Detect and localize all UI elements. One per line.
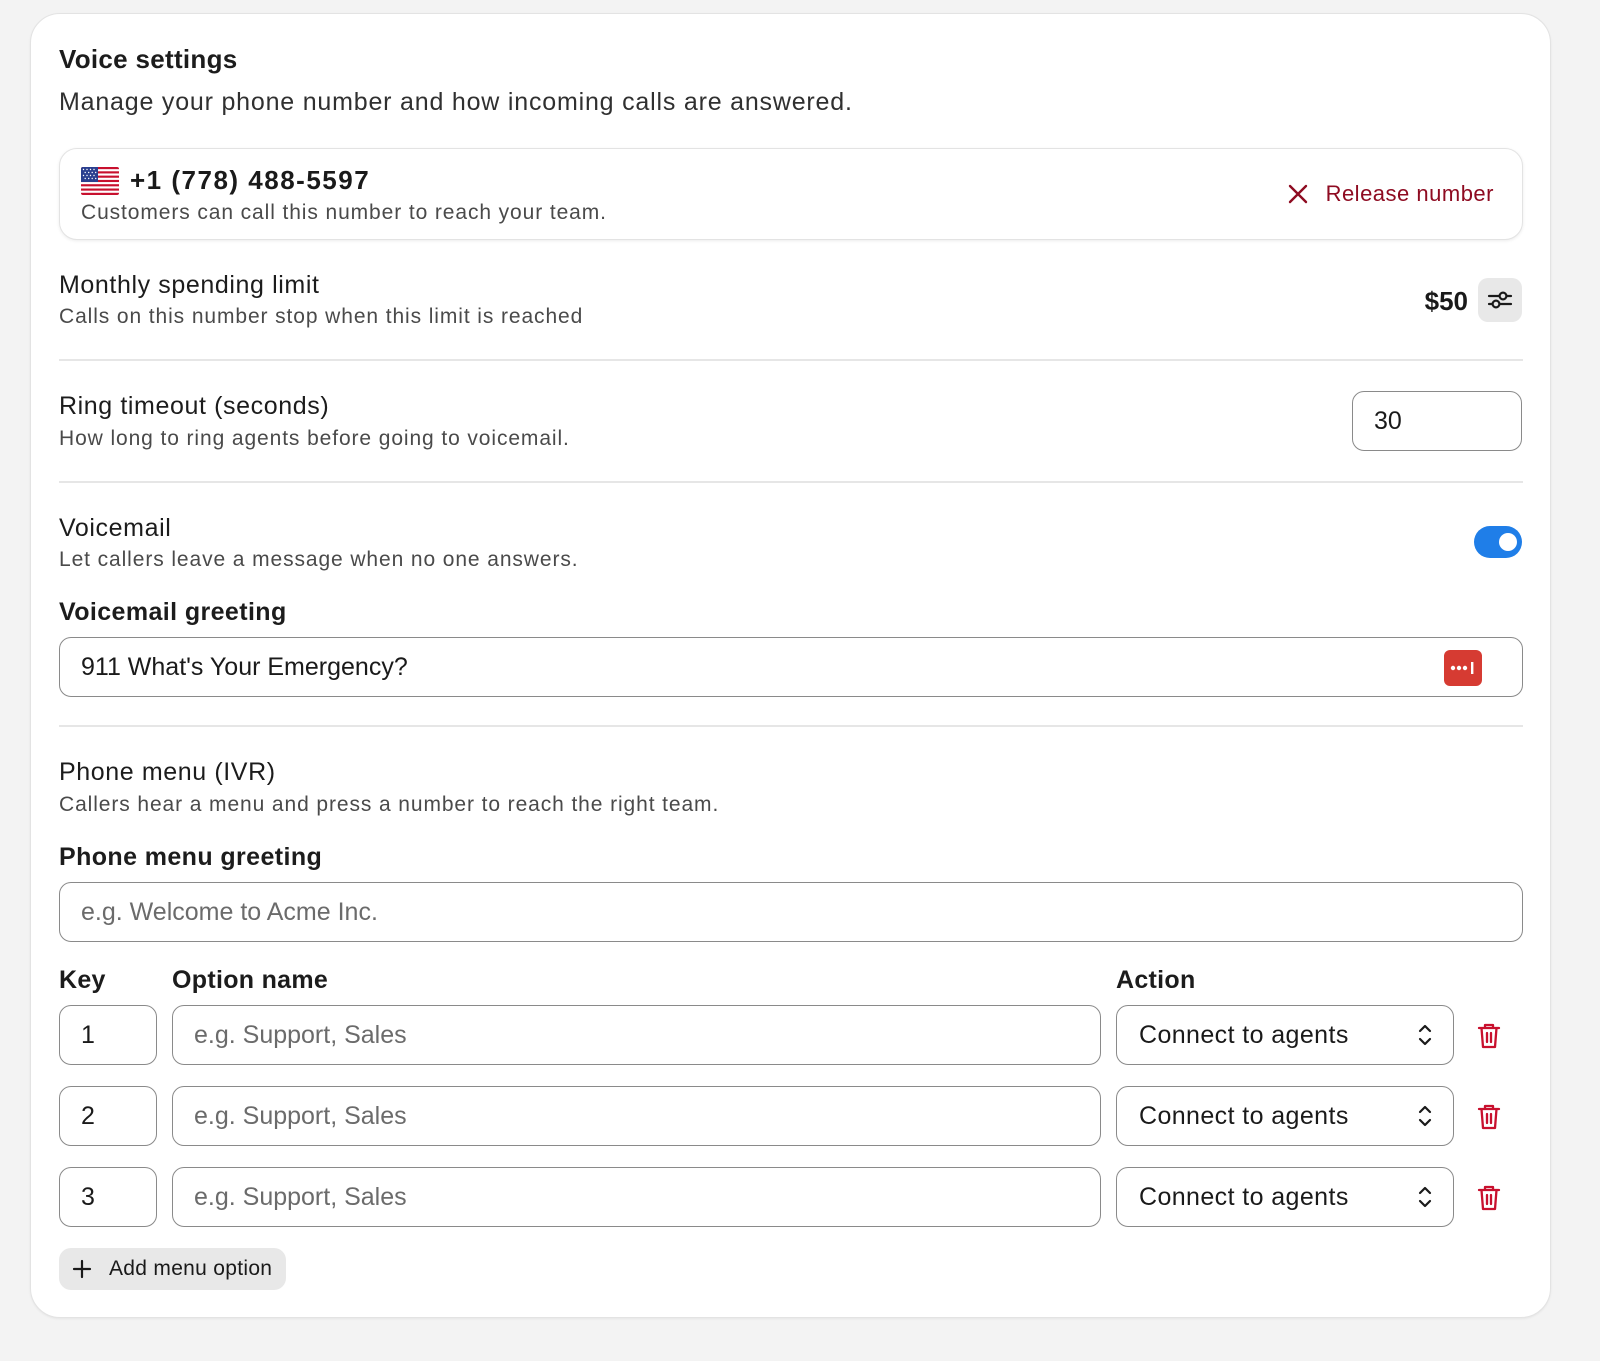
menu-action-select[interactable]: Connect to agents <box>1116 1086 1454 1146</box>
release-number-button[interactable]: Release number <box>1286 181 1494 207</box>
voicemail-greeting-label: Voicemail greeting <box>59 598 287 626</box>
menu-action-select[interactable]: Connect to agents <box>1116 1005 1454 1065</box>
close-icon <box>1288 184 1307 204</box>
chevron-up-down-icon <box>1418 1186 1432 1208</box>
divider <box>59 725 1523 727</box>
spending-limit-value: $50 <box>1424 286 1468 316</box>
chevron-up-down-icon <box>1418 1105 1432 1127</box>
phone-menu-greeting-label: Phone menu greeting <box>59 843 323 871</box>
menu-option-name-input[interactable] <box>172 1005 1101 1065</box>
phone-menu-greeting-input[interactable] <box>59 882 1523 942</box>
menu-action-value: Connect to agents <box>1139 1101 1349 1130</box>
voice-settings-card: Voice settings Manage your phone number … <box>30 13 1551 1318</box>
spending-limit-description: Calls on this number stop when this limi… <box>59 305 584 328</box>
voicemail-toggle[interactable] <box>1474 526 1522 558</box>
voicemail-title: Voicemail <box>59 514 172 542</box>
menu-action-select[interactable]: Connect to agents <box>1116 1167 1454 1227</box>
adjust-limit-button[interactable] <box>1478 278 1522 322</box>
delete-option-button[interactable] <box>1475 1102 1503 1132</box>
page-subtitle: Manage your phone number and how incomin… <box>59 88 853 116</box>
delete-option-button[interactable] <box>1475 1021 1503 1051</box>
option-name-column-header: Option name <box>172 966 329 994</box>
voicemail-description: Let callers leave a message when no one … <box>59 548 579 571</box>
phone-number: +1 (778) 488-5597 <box>130 165 371 195</box>
phone-number-description: Customers can call this number to reach … <box>81 201 607 224</box>
menu-option-name-input[interactable] <box>172 1167 1101 1227</box>
menu-option-name-input[interactable] <box>172 1086 1101 1146</box>
phone-number-card: +1 (778) 488-5597 Customers can call thi… <box>59 148 1523 240</box>
divider <box>59 481 1523 483</box>
menu-action-value: Connect to agents <box>1139 1020 1349 1049</box>
voicemail-greeting-input[interactable] <box>59 637 1523 697</box>
ring-timeout-input[interactable] <box>1352 391 1522 451</box>
ivr-title: Phone menu (IVR) <box>59 758 276 786</box>
chevron-up-down-icon <box>1418 1024 1432 1046</box>
key-column-header: Key <box>59 966 106 994</box>
menu-action-value: Connect to agents <box>1139 1182 1349 1211</box>
plus-icon <box>72 1259 92 1279</box>
us-flag-icon <box>81 167 119 195</box>
delete-option-button[interactable] <box>1475 1183 1503 1213</box>
ring-timeout-title: Ring timeout (seconds) <box>59 392 330 420</box>
trash-icon <box>1477 1185 1501 1211</box>
action-column-header: Action <box>1116 966 1196 994</box>
release-number-label: Release number <box>1325 181 1494 206</box>
trash-icon <box>1477 1023 1501 1049</box>
ivr-description: Callers hear a menu and press a number t… <box>59 793 720 816</box>
menu-key-input[interactable] <box>59 1005 157 1065</box>
toggle-knob <box>1499 533 1517 551</box>
spending-limit-title: Monthly spending limit <box>59 271 320 299</box>
trash-icon <box>1477 1104 1501 1130</box>
menu-key-input[interactable] <box>59 1167 157 1227</box>
page-title: Voice settings <box>59 44 238 74</box>
add-menu-option-button[interactable]: Add menu option <box>59 1248 287 1290</box>
divider <box>59 359 1523 361</box>
sliders-icon <box>1487 291 1513 309</box>
password-manager-icon[interactable] <box>1444 650 1482 686</box>
ring-timeout-description: How long to ring agents before going to … <box>59 427 570 450</box>
add-menu-option-label: Add menu option <box>109 1257 273 1280</box>
menu-key-input[interactable] <box>59 1086 157 1146</box>
